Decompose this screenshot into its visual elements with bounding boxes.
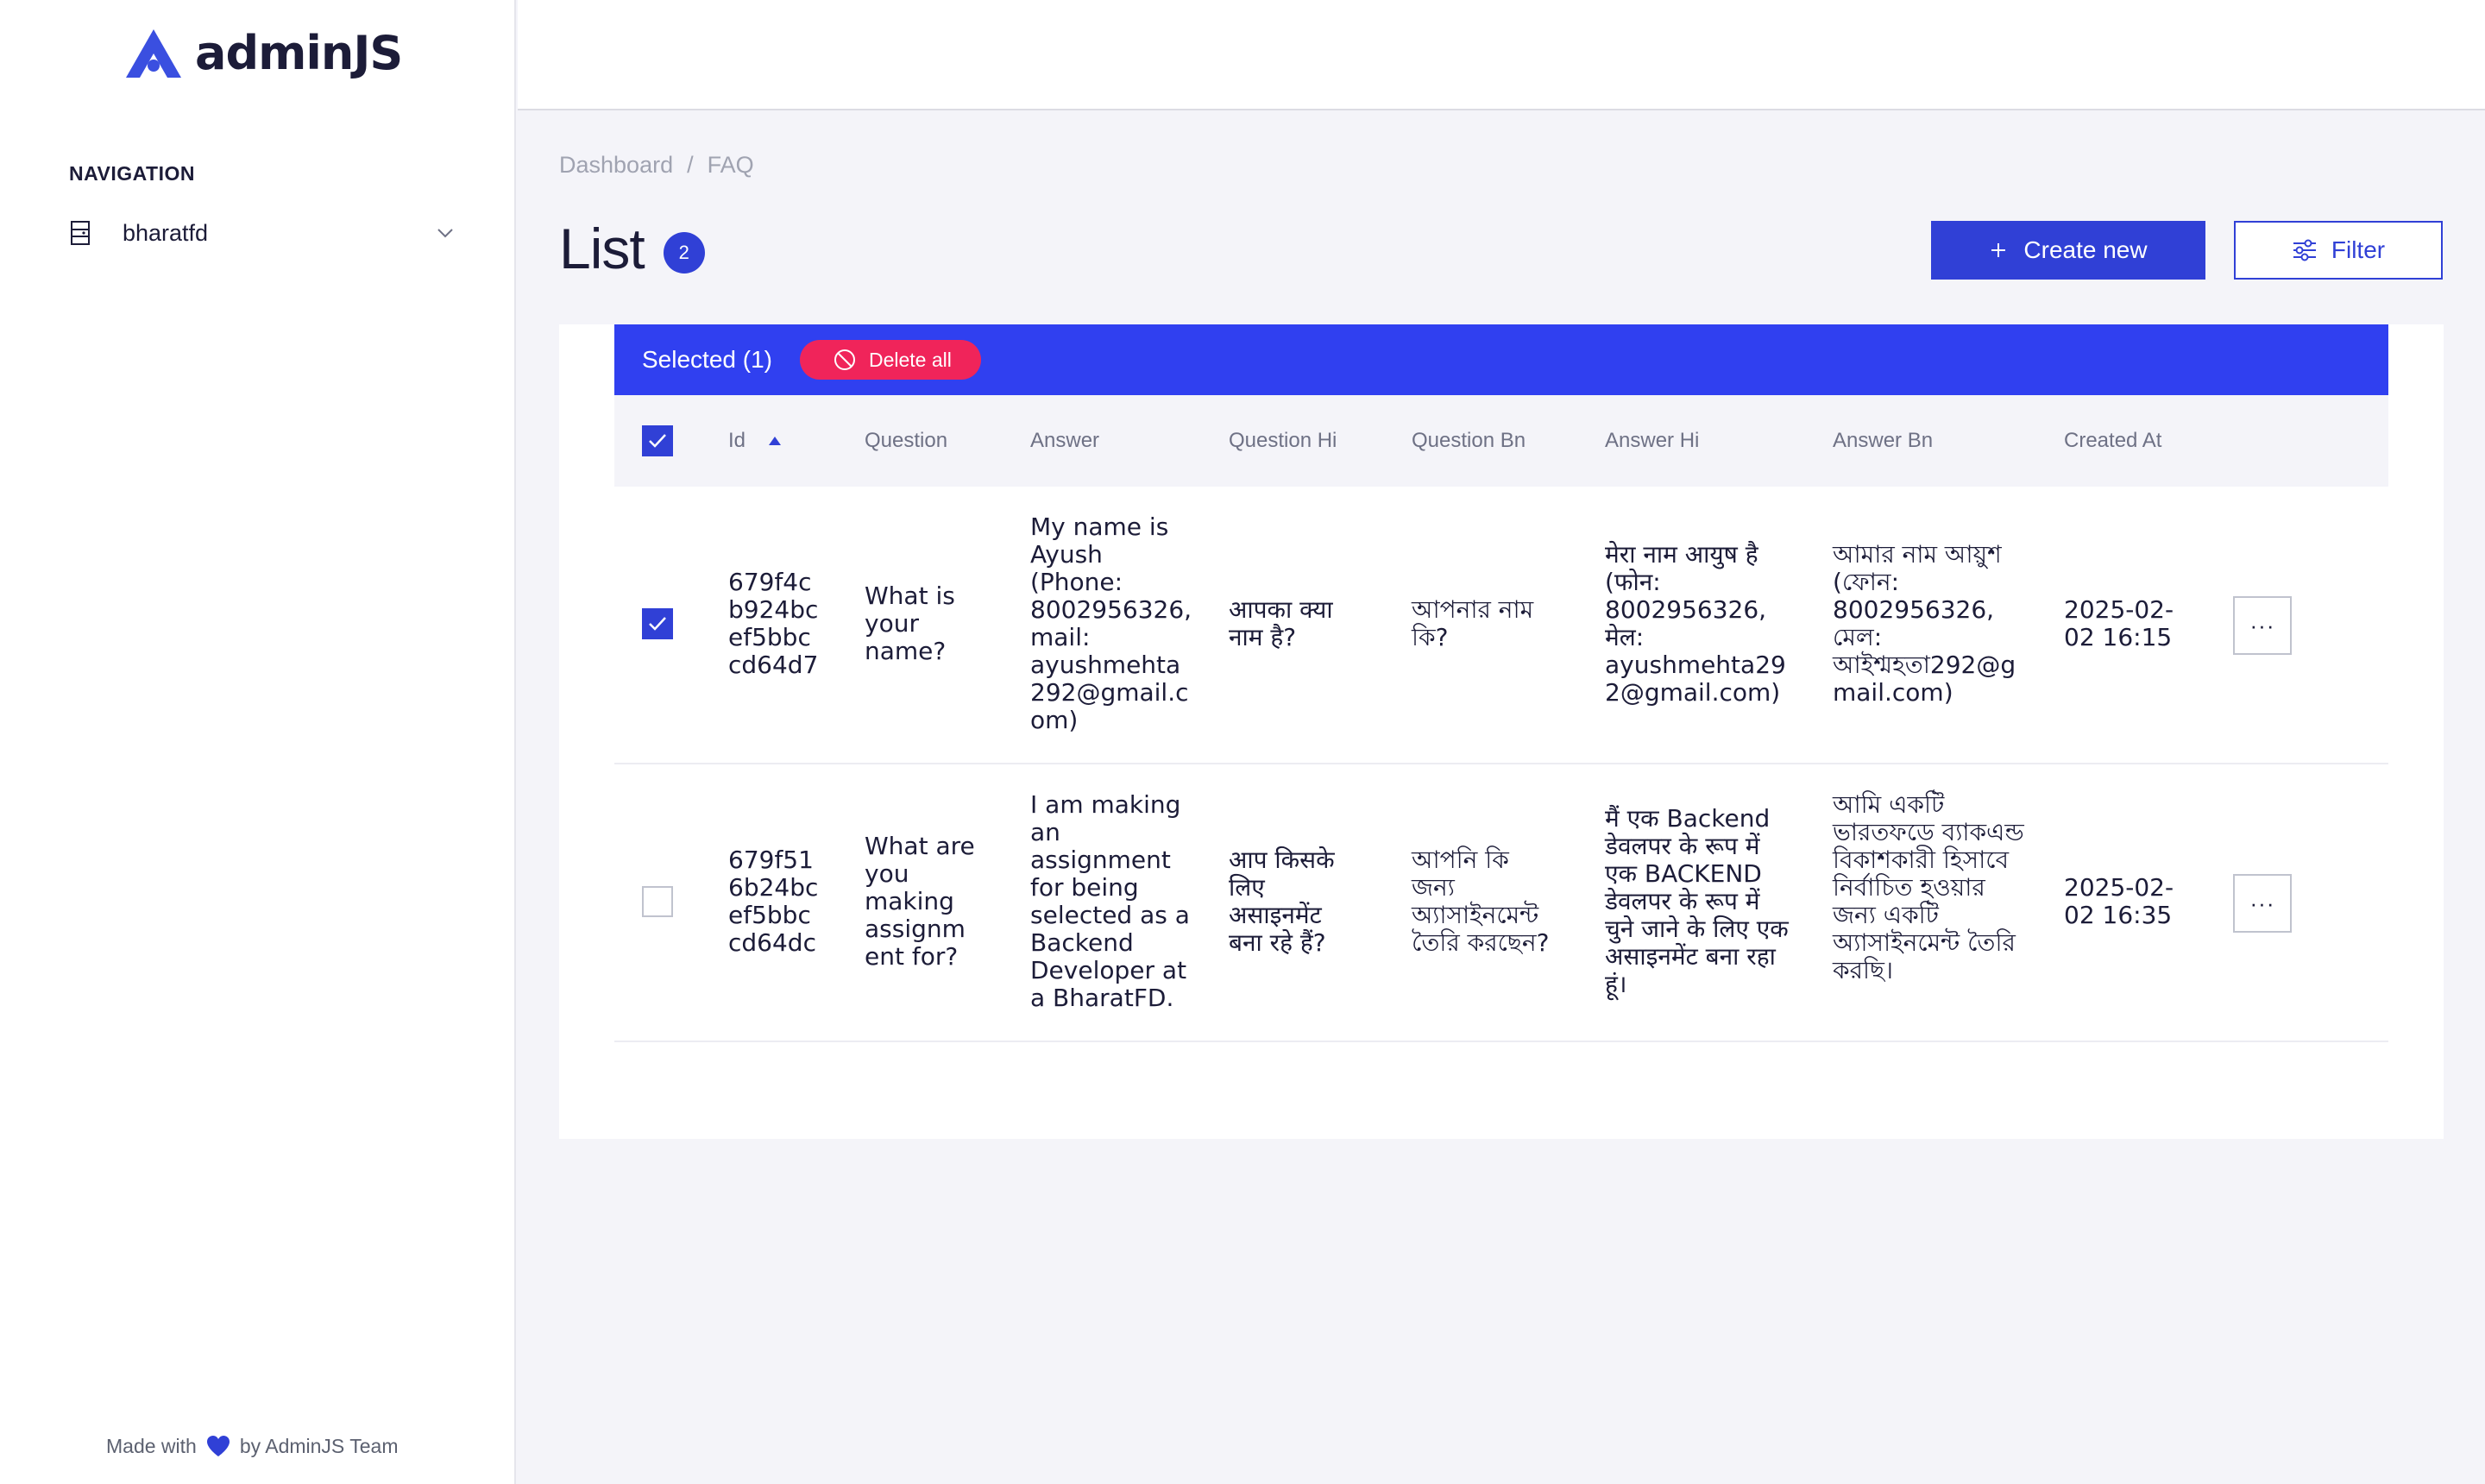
- cell-id[interactable]: 679f4cb924bcef5bbccd64d7: [728, 569, 823, 679]
- column-header-answer-hi[interactable]: Answer Hi: [1605, 395, 1699, 487]
- column-header-question-hi[interactable]: Question Hi: [1229, 395, 1337, 487]
- check-icon: [649, 617, 666, 631]
- logo[interactable]: adminJS: [124, 26, 403, 80]
- adminjs-logo-icon: [126, 28, 181, 78]
- row-actions-button[interactable]: ···: [2233, 874, 2292, 933]
- select-all-checkbox[interactable]: [642, 425, 673, 456]
- footer-suffix: by AdminJS Team: [239, 1434, 399, 1457]
- filter-button[interactable]: Filter: [2234, 221, 2443, 280]
- column-header-id[interactable]: Id: [728, 395, 782, 487]
- sidebar: adminJS NAVIGATION bharatfd Made with by…: [0, 0, 516, 1484]
- chevron-down-icon[interactable]: [435, 223, 456, 243]
- column-header-answer[interactable]: Answer: [1030, 395, 1099, 487]
- logo-text: adminJS: [195, 26, 403, 80]
- cell-created-at: 2025-02-02 16:15: [2064, 595, 2174, 651]
- create-new-button[interactable]: Create new: [1931, 221, 2205, 280]
- ban-icon: [834, 349, 855, 370]
- cell-answer-bn: আমি একটি ভারতফডে ব্যাকএন্ড বিকাশকারী হিস…: [1833, 790, 2024, 984]
- sidebar-item-label: bharatfd: [123, 219, 209, 246]
- delete-all-button[interactable]: Delete all: [799, 340, 981, 380]
- delete-all-label: Delete all: [868, 348, 952, 371]
- row-select-checkbox[interactable]: [642, 886, 673, 917]
- table-header: Id Question Answer Question Hi Question …: [614, 395, 2388, 487]
- breadcrumb-faq[interactable]: FAQ: [708, 152, 754, 179]
- cell-question-hi: आप किसके लिए असाइनमेंट बना रहे हैं?: [1229, 846, 1335, 957]
- sidebar-item-bharatfd[interactable]: bharatfd: [69, 214, 453, 252]
- column-header-answer-bn[interactable]: Answer Bn: [1833, 395, 1933, 487]
- cell-answer-bn: আমার নাম আয়ুশ (ফোন: 8002956326, মেল: আই…: [1833, 540, 2016, 707]
- table-row[interactable]: 679f4cb924bcef5bbccd64d7 What is your na…: [614, 487, 2388, 764]
- breadcrumb: Dashboard / FAQ: [559, 152, 754, 179]
- records-table-card: Selected (1) Delete all Id Question Answ…: [559, 324, 2444, 1139]
- row-select-checkbox[interactable]: [642, 608, 673, 639]
- cell-question-bn: আপনার নাম কি?: [1412, 595, 1534, 651]
- cell-answer-hi: मैं एक Backend डेवलपर के रूप में एक BACK…: [1605, 804, 1789, 998]
- cell-answer-hi: मेरा नाम आयुष है (फोन: 8002956326, मेल: …: [1605, 540, 1786, 707]
- filter-sliders-icon: [2293, 239, 2316, 261]
- cell-question-hi: आपका क्या नाम है?: [1229, 595, 1333, 651]
- database-icon: [71, 221, 90, 245]
- plus-icon: [1991, 243, 2006, 257]
- cell-question: What is your name?: [865, 582, 955, 665]
- cell-question-bn: আপনি কি জন্য অ্যাসাইনমেন্ট তৈরি করছেন?: [1412, 846, 1550, 957]
- column-header-question[interactable]: Question: [865, 395, 947, 487]
- row-actions-button[interactable]: ···: [2233, 596, 2292, 655]
- cell-question: What are you making assignment for?: [865, 832, 975, 971]
- column-header-question-bn[interactable]: Question Bn: [1412, 395, 1526, 487]
- cell-answer: My name is Ayush (Phone: 8002956326, mai…: [1030, 512, 1192, 734]
- breadcrumb-separator: /: [687, 152, 694, 178]
- cell-created-at: 2025-02-02 16:35: [2064, 873, 2174, 929]
- column-header-created-at[interactable]: Created At: [2064, 395, 2161, 487]
- check-icon: [649, 434, 666, 448]
- cell-id[interactable]: 679f516b24bcef5bbccd64dc: [728, 846, 823, 957]
- filter-label: Filter: [2331, 236, 2386, 263]
- page-title: List: [559, 217, 645, 280]
- footer: Made with by AdminJS Team: [106, 1434, 399, 1458]
- column-header-id-label: Id: [728, 429, 746, 452]
- selected-count-label: Selected (1): [642, 346, 772, 373]
- footer-prefix: Made with: [106, 1434, 197, 1457]
- record-count-badge: 2: [663, 232, 705, 274]
- selection-bar: Selected (1) Delete all: [614, 324, 2388, 395]
- table-row[interactable]: 679f516b24bcef5bbccd64dc What are you ma…: [614, 764, 2388, 1042]
- cell-answer: I am making an assignment for being sele…: [1030, 790, 1190, 1012]
- breadcrumb-dashboard[interactable]: Dashboard: [559, 152, 673, 179]
- page-title-group: List 2: [559, 216, 705, 281]
- heart-icon: [206, 1436, 230, 1456]
- top-bar: [518, 0, 2485, 110]
- sort-ascending-icon: [769, 437, 782, 445]
- create-new-label: Create new: [2023, 236, 2148, 263]
- navigation-title: NAVIGATION: [69, 162, 195, 185]
